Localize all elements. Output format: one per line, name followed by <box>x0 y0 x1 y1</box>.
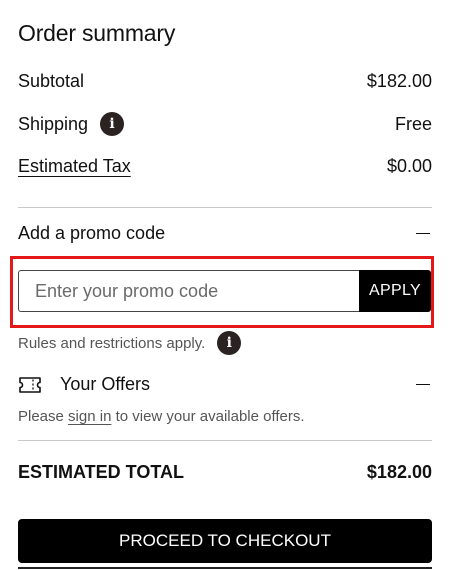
tax-row: Estimated Tax $0.00 <box>18 154 432 178</box>
sign-in-link[interactable]: sign in <box>68 408 111 425</box>
rules-row: Rules and restrictions apply. i <box>18 331 242 355</box>
divider <box>18 440 432 441</box>
order-summary-title: Order summary <box>18 20 176 46</box>
proceed-to-checkout-button[interactable]: PROCEED TO CHECKOUT <box>18 519 432 563</box>
promo-code-heading: Add a promo code <box>18 223 166 243</box>
shipping-label: Shipping <box>18 113 89 134</box>
promo-code-input[interactable] <box>18 270 360 312</box>
shipping-info-icon[interactable]: i <box>100 112 125 136</box>
estimated-total-label: ESTIMATED TOTAL <box>18 462 184 482</box>
minus-icon <box>416 383 430 386</box>
subtotal-value: $182.00 <box>366 70 432 91</box>
offers-heading: Your Offers <box>60 374 151 394</box>
offers-text-after: to view your available offers. <box>111 408 305 425</box>
promo-code-toggle[interactable]: Add a promo code <box>18 223 432 244</box>
rules-info-icon[interactable]: i <box>217 331 242 355</box>
estimated-total-row: ESTIMATED TOTAL $182.00 <box>18 462 432 483</box>
ticket-icon <box>19 376 41 393</box>
offers-toggle[interactable]: Your Offers <box>18 374 432 395</box>
offers-message: Please sign in to view your available of… <box>18 408 305 425</box>
estimated-tax-link[interactable]: Estimated Tax <box>18 156 131 177</box>
minus-icon <box>416 232 430 235</box>
rules-text: Rules and restrictions apply. <box>18 334 206 352</box>
subtotal-row: Subtotal $182.00 <box>18 69 432 93</box>
tax-value: $0.00 <box>386 155 432 176</box>
subtotal-label: Subtotal <box>18 70 85 91</box>
shipping-row: Shipping i Free <box>18 112 432 136</box>
estimated-total-value: $182.00 <box>366 462 432 482</box>
shipping-value: Free <box>394 113 432 134</box>
bottom-edge-line <box>18 567 432 569</box>
apply-button[interactable]: APPLY <box>359 270 431 312</box>
offers-text-before: Please <box>18 408 69 425</box>
divider <box>18 207 432 208</box>
